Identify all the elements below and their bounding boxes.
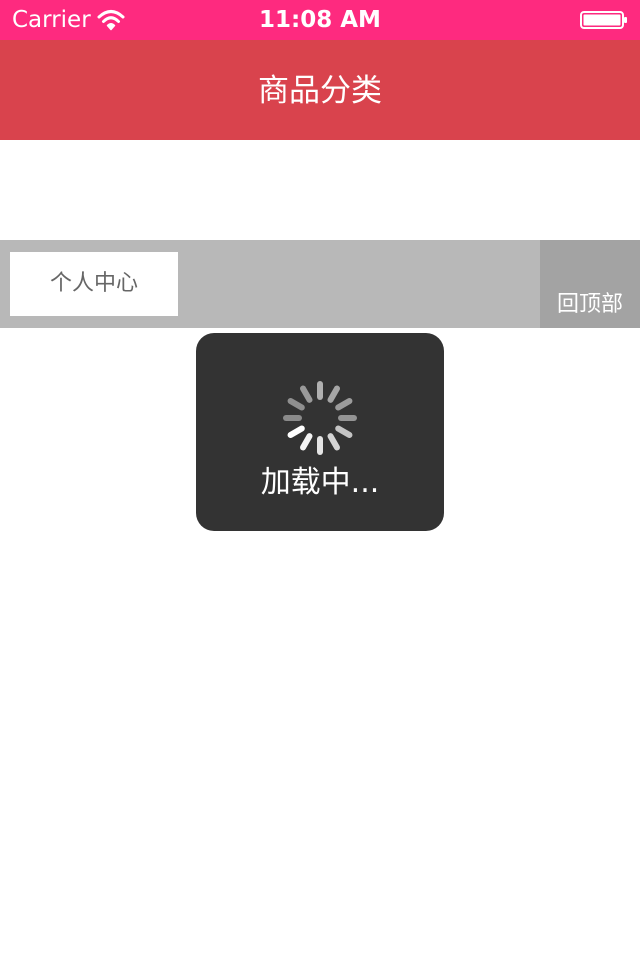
loading-overlay: 加载中...: [196, 333, 444, 531]
spinner-icon: [283, 381, 357, 455]
page-title: 商品分类: [258, 73, 382, 109]
loading-label: 加载中...: [260, 465, 380, 500]
status-bar: Carrier 11:08 AM: [0, 0, 640, 40]
navigation-bar: 商品分类: [0, 40, 640, 140]
status-time: 11:08 AM: [259, 7, 381, 33]
battery-icon: [580, 11, 627, 29]
tab-personal-center[interactable]: 个人中心: [10, 252, 178, 316]
back-to-top-button[interactable]: 回顶部: [540, 240, 640, 328]
back-to-top-label: 回顶部: [556, 292, 623, 317]
tab-strip: 个人中心 回顶部: [0, 240, 640, 328]
